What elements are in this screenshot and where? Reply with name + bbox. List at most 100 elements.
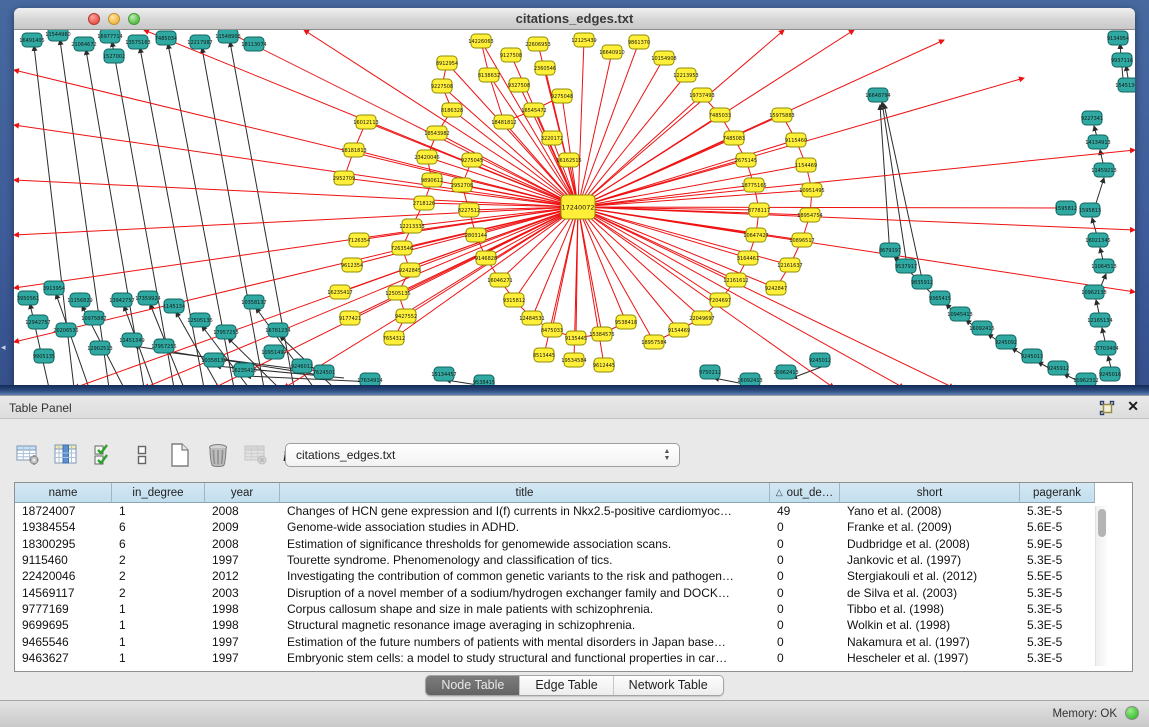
graph-node[interactable]: 12165134 <box>1087 313 1112 327</box>
graph-node[interactable]: 12505136 <box>187 313 212 327</box>
graph-node[interactable]: 11451349 <box>119 333 144 347</box>
table-cell[interactable]: Investigating the contribution of common… <box>280 568 770 584</box>
graph-node[interactable]: 19534584 <box>561 353 586 367</box>
graph-node[interactable]: 2952709 <box>333 171 355 185</box>
table-cell[interactable]: Yano et al. (2008) <box>840 503 1020 519</box>
left-splitter-collapse-arrow[interactable]: ◂ <box>1 342 6 353</box>
graph-node[interactable]: 12942757 <box>25 315 50 329</box>
table-cell[interactable]: 0 <box>770 601 840 617</box>
graph-node[interactable]: 9246012 <box>291 359 313 373</box>
graph-node[interactable]: 8138632 <box>478 68 500 82</box>
table-row[interactable]: 1872400712008Changes of HCN gene express… <box>15 503 1132 519</box>
graph-node[interactable]: 10945413 <box>947 307 972 321</box>
table-row[interactable]: 1830029562008Estimation of significance … <box>15 536 1132 552</box>
graph-node[interactable]: 8778117 <box>748 203 770 217</box>
table-cell[interactable]: 1 <box>112 503 205 519</box>
column-visibility-icon[interactable] <box>50 441 82 469</box>
graph-node[interactable]: 14134913 <box>1085 135 1110 149</box>
table-cell[interactable]: 9115460 <box>15 552 112 568</box>
graph-node[interactable]: 16781234 <box>265 323 290 337</box>
table-cell[interactable]: Estimation of the future numbers of pati… <box>280 633 770 649</box>
graph-node[interactable]: 18543982 <box>424 126 449 140</box>
graph-node[interactable]: 8912954 <box>436 56 458 70</box>
graph-node[interactable]: 9134954 <box>1107 31 1129 45</box>
table-cell[interactable]: 1997 <box>205 552 280 568</box>
graph-node[interactable]: 23420046 <box>414 150 439 164</box>
table-cell[interactable]: 2009 <box>205 519 280 535</box>
graph-node[interactable]: 10358139 <box>201 353 226 367</box>
new-table-icon[interactable] <box>164 441 196 469</box>
table-cell[interactable]: 9465546 <box>15 633 112 649</box>
table-cell[interactable]: Nakamura et al. (1997) <box>840 633 1020 649</box>
graph-node[interactable]: 9242847 <box>765 281 787 295</box>
column-header-title[interactable]: title <box>280 483 770 503</box>
table-cell[interactable]: 9699695 <box>15 617 112 633</box>
graph-node[interactable]: 10951497 <box>261 345 286 359</box>
graph-node[interactable]: 9227341 <box>1081 111 1103 125</box>
table-cell[interactable]: 1 <box>112 601 205 617</box>
table-cell[interactable]: Structural magnetic resonance image aver… <box>280 617 770 633</box>
graph-node[interactable]: 10358137 <box>241 295 266 309</box>
table-cell[interactable]: 0 <box>770 584 840 600</box>
graph-node[interactable]: 7485034 <box>155 31 177 45</box>
graph-node[interactable]: 7263546 <box>391 241 413 255</box>
column-header-pagerank[interactable]: pagerank <box>1020 483 1095 503</box>
graph-node[interactable]: 11156829 <box>67 293 92 307</box>
table-row[interactable]: 977716911998Corpus callosum shape and si… <box>15 601 1132 617</box>
table-cell[interactable]: 0 <box>770 519 840 535</box>
graph-node[interactable]: 9537917 <box>895 259 917 273</box>
table-cell[interactable]: 18300295 <box>15 536 112 552</box>
table-cell[interactable]: 5.9E-5 <box>1020 536 1095 552</box>
table-cell[interactable]: Hescheler et al. (1997) <box>840 650 1020 666</box>
graph-node[interactable]: 12505135 <box>385 286 410 300</box>
graph-node[interactable]: 16640910 <box>599 45 624 59</box>
graph-node[interactable]: 13942757 <box>109 293 134 307</box>
graph-node[interactable]: 9612354 <box>341 258 363 272</box>
table-cell[interactable]: Stergiakouli et al. (2012) <box>840 568 1020 584</box>
table-cell[interactable]: Disruption of a novel member of a sodium… <box>280 584 770 600</box>
graph-node[interactable]: 12213953 <box>673 68 698 82</box>
graph-node[interactable]: 7126354 <box>348 233 370 247</box>
table-cell[interactable]: 49 <box>770 503 840 519</box>
graph-node[interactable]: 18113074 <box>241 37 266 51</box>
graph-node[interactable]: 10962413 <box>773 365 798 379</box>
table-row[interactable]: 911546021997Tourette syndrome. Phenomeno… <box>15 552 1132 568</box>
graph-node[interactable]: 9245013 <box>1021 349 1043 363</box>
table-cell[interactable]: 5.3E-5 <box>1020 650 1095 666</box>
graph-node[interactable]: 9135445 <box>565 331 587 345</box>
graph-node[interactable]: 16046271 <box>487 273 512 287</box>
graph-node[interactable]: 2803144 <box>465 228 487 242</box>
graph-node[interactable]: 17359924 <box>135 291 160 305</box>
close-panel-icon[interactable]: ✕ <box>1127 398 1139 415</box>
table-cell[interactable]: 0 <box>770 552 840 568</box>
graph-node[interactable]: 11544960 <box>45 30 70 41</box>
graph-node[interactable]: 3913954 <box>43 281 65 295</box>
table-cell[interactable]: Dudbridge et al. (2008) <box>840 536 1020 552</box>
graph-node[interactable]: 10962138 <box>1081 285 1106 299</box>
graph-node[interactable]: 9275045 <box>461 153 483 167</box>
graph-node[interactable]: 8475033 <box>541 323 563 337</box>
table-cell[interactable]: Franke et al. (2009) <box>840 519 1020 535</box>
tab-node-table[interactable]: Node Table <box>426 676 520 695</box>
graph-node[interactable]: 8186328 <box>441 103 463 117</box>
table-cell[interactable]: Jankovic et al. (1997) <box>840 552 1020 568</box>
graph-node[interactable]: 18957584 <box>641 335 666 349</box>
table-cell[interactable]: Tourette syndrome. Phenomenology and cla… <box>280 552 770 568</box>
table-cell[interactable]: 1998 <box>205 617 280 633</box>
column-header-in_degree[interactable]: in_degree <box>112 483 205 503</box>
table-cell[interactable]: Wolkin et al. (1998) <box>840 617 1020 633</box>
graph-node[interactable]: 18775165 <box>741 178 766 192</box>
table-cell[interactable]: 0 <box>770 536 840 552</box>
graph-node[interactable]: 16092415 <box>969 321 994 335</box>
graph-node[interactable]: 9245016 <box>1099 367 1121 381</box>
table-row[interactable]: 946554611997Estimation of the future num… <box>15 633 1132 649</box>
graph-node[interactable]: 9612445 <box>593 358 615 372</box>
graph-node[interactable]: 9890612 <box>421 173 443 187</box>
graph-node[interactable]: 15975883 <box>769 108 794 122</box>
table-cell[interactable]: 5.3E-5 <box>1020 503 1095 519</box>
table-cell[interactable]: 9463627 <box>15 650 112 666</box>
graph-node[interactable]: 9245012 <box>809 353 831 367</box>
graph-node[interactable]: 17957253 <box>213 325 238 339</box>
table-vertical-scrollbar[interactable] <box>1095 506 1107 666</box>
table-cell[interactable]: 1997 <box>205 650 280 666</box>
